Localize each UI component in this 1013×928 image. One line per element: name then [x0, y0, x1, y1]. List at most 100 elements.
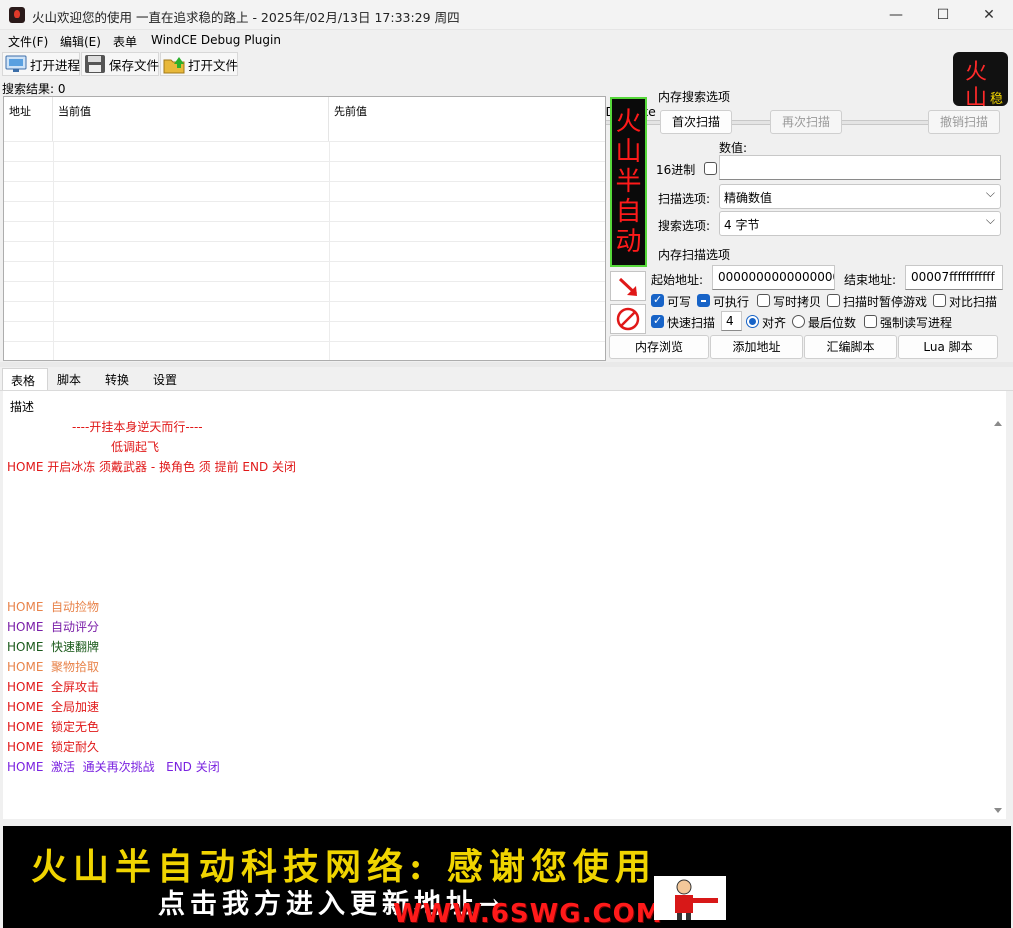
- side-banner-char: 火: [615, 107, 642, 137]
- memory-scan-group-title: 内存扫描选项: [658, 248, 731, 262]
- value-type-label: 搜索选项:: [658, 219, 711, 233]
- tab-settings[interactable]: 设置: [145, 368, 193, 390]
- hex-checkbox[interactable]: [704, 162, 717, 175]
- cheat-entry[interactable]: HOME 全局加速: [7, 698, 99, 715]
- menu-plugin[interactable]: WindCE Debug Plugin: [151, 33, 281, 47]
- writable-checkbox[interactable]: [651, 293, 664, 307]
- column-address[interactable]: 地址: [4, 97, 53, 141]
- compare-scan-checkbox[interactable]: [933, 294, 946, 307]
- open-process-button[interactable]: 打开进程: [2, 52, 80, 76]
- maximize-button[interactable]: ☐: [920, 0, 966, 30]
- fast-scan-input[interactable]: 4: [721, 311, 742, 331]
- cheat-entry[interactable]: HOME 聚物拾取: [7, 658, 99, 675]
- table-row[interactable]: [4, 321, 605, 341]
- splitter[interactable]: [0, 362, 1013, 367]
- executable-checkbox[interactable]: [697, 294, 710, 307]
- undo-scan-button[interactable]: 撤销扫描: [928, 110, 1000, 134]
- value-input[interactable]: [719, 155, 1001, 180]
- start-address-input[interactable]: 0000000000000000: [712, 265, 835, 290]
- first-scan-button[interactable]: 首次扫描: [660, 110, 732, 134]
- description-panel[interactable]: [3, 391, 1006, 819]
- add-to-list-button[interactable]: [610, 271, 646, 301]
- side-banner-char: 自: [615, 197, 642, 227]
- copy-on-write-checkbox[interactable]: [757, 294, 770, 307]
- bottom-ad-banner[interactable]: 火山半自动科技网络: 感谢您使用 点击我方进入更新地址→ WWW.6SWG.CO…: [3, 826, 1011, 928]
- minimize-button[interactable]: —: [873, 0, 919, 30]
- table-row[interactable]: [4, 241, 605, 261]
- align-label: 对齐: [762, 316, 787, 330]
- menu-table[interactable]: 表单: [113, 33, 137, 50]
- description-line[interactable]: HOME 开启冰冻 须戴武器 - 换角色 须 提前 END 关闭: [7, 458, 296, 475]
- vertical-scrollbar[interactable]: [991, 413, 1005, 818]
- lua-script-button[interactable]: Lua 脚本: [898, 335, 998, 359]
- table-row[interactable]: [4, 261, 605, 281]
- red-arrow-icon: [618, 277, 638, 296]
- scan-type-label: 扫描选项:: [658, 192, 711, 206]
- logo-char-3: 稳: [990, 92, 1004, 106]
- table-row[interactable]: [4, 281, 605, 301]
- table-row[interactable]: [4, 141, 605, 161]
- assemble-script-button[interactable]: 汇编脚本: [804, 335, 897, 359]
- table-row[interactable]: [4, 221, 605, 241]
- pause-game-label: 扫描时暂停游戏: [843, 295, 928, 309]
- folder-open-icon: [163, 54, 185, 74]
- save-file-button[interactable]: 保存文件: [81, 52, 159, 76]
- menu-edit[interactable]: 编辑(E): [60, 33, 101, 50]
- executable-label: 可执行: [713, 295, 750, 309]
- table-row[interactable]: [4, 341, 605, 361]
- pointing-person-icon: [654, 876, 726, 920]
- side-banner[interactable]: 火 山 半 自 动: [610, 97, 647, 267]
- align-radio[interactable]: [746, 315, 759, 328]
- cheat-entry[interactable]: HOME 激活 通关再次挑战 END 关闭: [7, 758, 220, 775]
- cheat-entry[interactable]: HOME 自动捡物: [7, 598, 99, 615]
- add-address-button[interactable]: 添加地址: [710, 335, 803, 359]
- cheat-entry[interactable]: HOME 锁定耐久: [7, 738, 99, 755]
- tab-convert[interactable]: 转换: [97, 368, 145, 390]
- writable-label: 可写: [667, 295, 692, 309]
- floppy-save-icon: [84, 54, 106, 74]
- description-line[interactable]: 低调起飞: [111, 438, 159, 455]
- copy-on-write-label: 写时拷贝: [773, 295, 822, 309]
- end-address-input[interactable]: 00007fffffffffff: [905, 265, 1003, 290]
- pause-game-checkbox[interactable]: [827, 294, 840, 307]
- save-file-label: 保存文件: [109, 57, 160, 73]
- tab-table[interactable]: 表格: [2, 368, 48, 390]
- compare-scan-label: 对比扫描: [949, 295, 998, 309]
- cheat-entry[interactable]: HOME 快速翻牌: [7, 638, 99, 655]
- last-digits-label: 最后位数: [808, 316, 857, 330]
- open-process-label: 打开进程: [30, 57, 81, 73]
- banner-url[interactable]: WWW.6SWG.COM: [393, 899, 663, 928]
- cheat-entry[interactable]: HOME 自动评分: [7, 618, 99, 635]
- menu-file[interactable]: 文件(F): [8, 33, 48, 50]
- column-previous-value[interactable]: 先前值: [329, 97, 605, 141]
- app-icon: [9, 7, 25, 23]
- tab-script[interactable]: 脚本: [49, 368, 97, 390]
- table-row[interactable]: [4, 301, 605, 321]
- scan-type-select[interactable]: 精确数值: [719, 184, 1001, 209]
- monitor-icon: [5, 54, 27, 74]
- force-rw-checkbox[interactable]: [864, 315, 877, 328]
- clear-list-button[interactable]: [610, 304, 646, 334]
- menu-bar: 文件(F) 编辑(E) 表单 WindCE Debug Plugin: [0, 30, 1013, 50]
- prohibited-icon: [616, 307, 640, 331]
- results-table[interactable]: 地址 当前值 先前值: [3, 96, 606, 361]
- hex-label: 16进制: [656, 163, 696, 177]
- logo: 火 山 稳: [953, 52, 1008, 106]
- next-scan-button[interactable]: 再次扫描: [770, 110, 842, 134]
- open-file-button[interactable]: 打开文件: [160, 52, 238, 76]
- column-current-value[interactable]: 当前值: [53, 97, 329, 141]
- cheat-entry[interactable]: HOME 锁定无色: [7, 718, 99, 735]
- end-address-label: 结束地址:: [844, 273, 897, 287]
- description-line[interactable]: ----开挂本身逆天而行----: [72, 418, 203, 435]
- side-banner-char: 山: [615, 137, 642, 167]
- cheat-entry[interactable]: HOME 全屏攻击: [7, 678, 99, 695]
- close-button[interactable]: ✕: [966, 0, 1012, 30]
- value-type-select[interactable]: 4 字节: [719, 211, 1001, 236]
- last-digits-radio[interactable]: [792, 315, 805, 328]
- table-row[interactable]: [4, 201, 605, 221]
- memory-view-button[interactable]: 内存浏览: [609, 335, 709, 359]
- memory-search-group-title: 内存搜索选项: [658, 90, 731, 104]
- table-row[interactable]: [4, 181, 605, 201]
- fast-scan-checkbox[interactable]: [651, 314, 664, 328]
- table-row[interactable]: [4, 161, 605, 181]
